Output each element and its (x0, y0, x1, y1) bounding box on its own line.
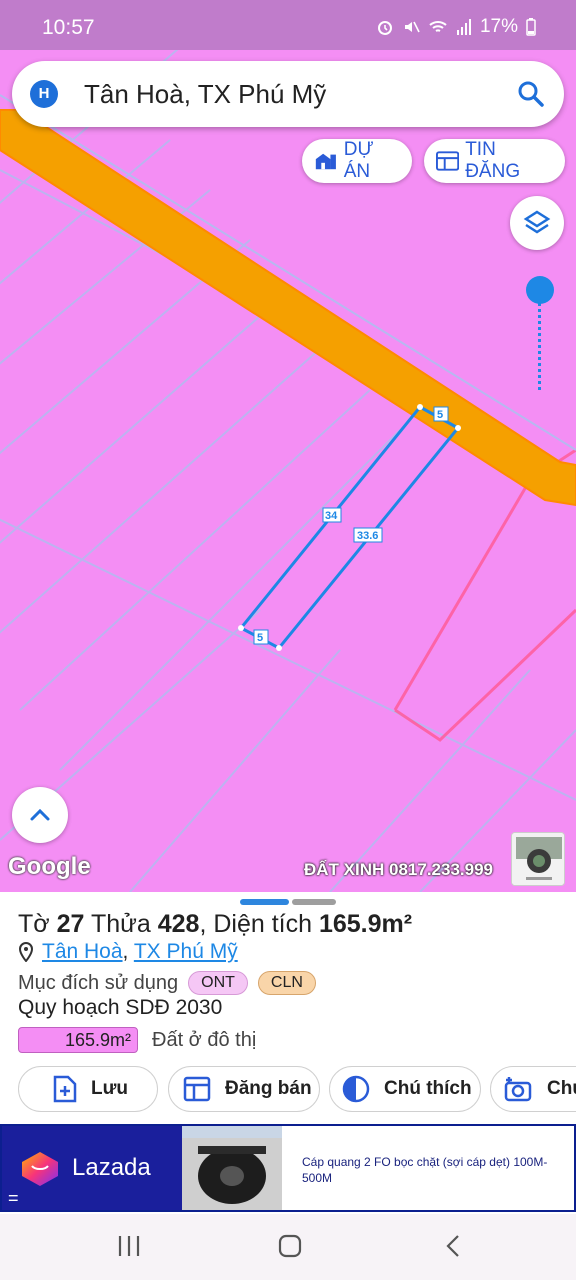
layers-button[interactable] (510, 196, 564, 250)
ad-banner[interactable]: Lazada = Cáp quang 2 FO bọc chặt (sợi cá… (0, 1124, 576, 1212)
status-bar: 10:57 17% (0, 0, 576, 50)
land-use-row: Mục đích sử dụng ONT CLN (18, 971, 316, 995)
plan-row: 165.9m² Đất ở đô thị (18, 1027, 256, 1053)
listing-icon (436, 151, 460, 171)
sheet-label: Tờ (18, 910, 50, 938)
search-bar[interactable]: H Tân Hoà, TX Phú Mỹ (12, 61, 564, 127)
lot-label: Thửa (90, 910, 151, 938)
system-nav-bar (0, 1214, 576, 1280)
lazada-logo-icon (22, 1152, 58, 1186)
sell-button[interactable]: Đăng bán (168, 1066, 320, 1112)
google-logo: Google (8, 853, 91, 880)
listing-icon (183, 1076, 211, 1102)
sheet-handle-secondary[interactable] (292, 899, 336, 905)
search-input[interactable]: Tân Hoà, TX Phú Mỹ (84, 79, 326, 110)
tin-dang-label: TIN ĐĂNG (465, 139, 521, 182)
wifi-icon (429, 21, 447, 32)
legend-button[interactable]: Chú thích (329, 1066, 481, 1112)
du-an-button[interactable]: DỰ ÁN (302, 139, 412, 183)
du-an-label: DỰ ÁN (343, 139, 374, 182)
parcel-area: 165.9m² (318, 910, 413, 938)
recent-apps-icon[interactable] (116, 1232, 142, 1260)
ad-brand: Lazada = (2, 1126, 182, 1210)
search-icon[interactable] (516, 79, 546, 109)
status-time: 10:57 (42, 16, 95, 39)
camera-add-icon (504, 1077, 532, 1102)
save-label: Lưu (91, 1078, 128, 1099)
parcel-dim-left: 34 (325, 510, 338, 522)
land-use-tag: ONT (188, 971, 248, 995)
home-icon[interactable] (277, 1232, 303, 1260)
parcel-outline[interactable] (238, 405, 461, 650)
area-label: , Diện tích (199, 910, 312, 938)
ad-brand-name: Lazada (72, 1154, 151, 1181)
lot-number: 428 (157, 910, 200, 938)
ad-text: Cáp quang 2 FO bọc chặt (sợi cáp dẹt) 10… (302, 1155, 548, 1185)
battery-icon (526, 18, 536, 36)
parcel-dim-top: 5 (437, 409, 443, 421)
capture-button[interactable]: Chụ (490, 1066, 576, 1112)
opacity-slider-track[interactable] (538, 292, 541, 390)
ad-menu: = (8, 1188, 19, 1208)
avatar[interactable]: H (30, 80, 58, 108)
ward-link[interactable]: Tân Hoà (42, 940, 123, 963)
capture-label: Chụ (547, 1078, 576, 1099)
legend-label: Chú thích (384, 1078, 472, 1099)
land-use-tag: CLN (257, 971, 316, 995)
status-icons: 17% (376, 16, 536, 38)
plan-type: Đất ở đô thị (152, 1028, 257, 1051)
town-link[interactable]: TX Phú Mỹ (134, 940, 238, 963)
ad-product-image (182, 1126, 282, 1210)
contrast-icon (342, 1075, 370, 1103)
plan-title: Quy hoạch SDĐ 2030 (18, 996, 223, 1019)
sheet-number: 27 (56, 910, 85, 938)
sheet-handle[interactable] (240, 899, 289, 905)
building-icon (315, 153, 336, 170)
sell-label: Đăng bán (225, 1078, 312, 1099)
save-button[interactable]: Lưu (18, 1066, 158, 1112)
battery-percent: 17% (479, 16, 518, 37)
signal-icon (456, 19, 471, 35)
watermark: ĐẤT XINH 0817.233.999 (304, 860, 493, 879)
parcel-dim-right: 33.6 (357, 530, 378, 542)
layers-icon (523, 210, 551, 234)
parcel-info-sheet[interactable]: Tờ 27 Thửa 428, Diện tích 165.9m² Tân Ho… (0, 892, 576, 1124)
add-file-icon (53, 1075, 77, 1103)
parcel-title: Tờ 27 Thửa 428, Diện tích 165.9m² (18, 910, 412, 939)
tin-dang-button[interactable]: TIN ĐĂNG (424, 139, 565, 183)
expand-up-button[interactable] (12, 787, 68, 843)
location-row: Tân Hoà, TX Phú Mỹ (18, 940, 238, 964)
land-use-label: Mục đích sử dụng (18, 971, 179, 994)
mute-icon (404, 21, 420, 33)
location-pin-icon (18, 942, 34, 962)
plan-area-chip: 165.9m² (18, 1027, 138, 1053)
chevron-up-icon (30, 808, 50, 821)
opacity-slider-knob[interactable] (526, 276, 554, 304)
back-icon[interactable] (440, 1232, 466, 1260)
alarm-icon (377, 21, 392, 35)
streetview-thumbnail[interactable] (511, 832, 565, 886)
parcel-dim-bottom: 5 (257, 632, 263, 644)
